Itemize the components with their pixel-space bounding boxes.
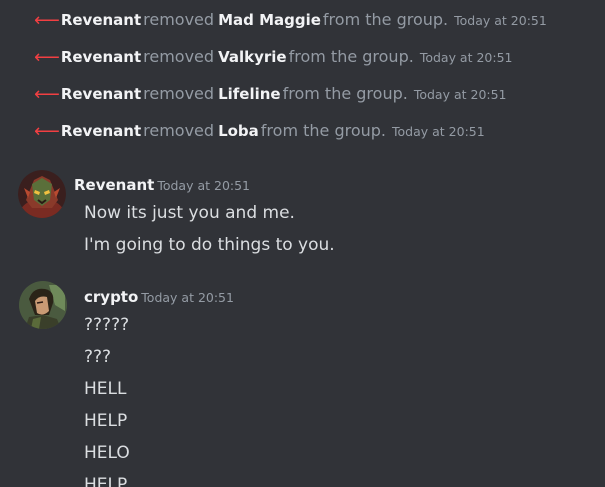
message-text: Now its just you and me. [84, 203, 295, 223]
system-tail: from the group. [282, 84, 408, 103]
author-name[interactable]: crypto [84, 288, 138, 306]
message-text: HELO [84, 443, 130, 463]
system-tail: from the group. [288, 47, 414, 66]
crypto-avatar[interactable] [19, 281, 67, 329]
removed-arrow-icon: ⟵ [34, 121, 60, 142]
message-text: ????? [84, 315, 130, 335]
system-timestamp: Today at 20:51 [419, 50, 513, 65]
message-text: HELP [84, 411, 128, 431]
system-message: ⟵ Revenant removed Mad Maggie from the g… [34, 8, 547, 32]
system-actor[interactable]: Revenant [61, 82, 141, 106]
system-target[interactable]: Mad Maggie [218, 8, 321, 32]
system-actor[interactable]: Revenant [61, 8, 141, 32]
system-verb: removed [143, 84, 215, 103]
system-message: ⟵ Revenant removed Loba from the group. … [34, 119, 485, 143]
system-verb: removed [143, 121, 215, 140]
system-actor[interactable]: Revenant [61, 119, 141, 143]
system-target[interactable]: Loba [218, 119, 259, 143]
system-actor[interactable]: Revenant [61, 45, 141, 69]
system-message: ⟵ Revenant removed Lifeline from the gro… [34, 82, 507, 106]
system-message: ⟵ Revenant removed Valkyrie from the gro… [34, 45, 513, 69]
author-name[interactable]: Revenant [74, 176, 154, 194]
revenant-avatar[interactable] [18, 170, 66, 218]
message-text: ??? [84, 347, 112, 367]
message-header: Revenant Today at 20:51 [74, 176, 250, 194]
chat-message-list: ⟵ Revenant removed Mad Maggie from the g… [0, 0, 605, 487]
removed-arrow-icon: ⟵ [34, 10, 60, 31]
system-tail: from the group. [260, 121, 387, 140]
system-timestamp: Today at 20:51 [454, 13, 547, 28]
message-text: HELP [84, 475, 128, 487]
message-timestamp: Today at 20:51 [157, 178, 251, 193]
removed-arrow-icon: ⟵ [34, 84, 60, 105]
system-target[interactable]: Lifeline [218, 82, 281, 106]
system-verb: removed [143, 47, 215, 66]
message-text: I'm going to do things to you. [84, 235, 335, 255]
system-verb: removed [143, 10, 215, 29]
removed-arrow-icon: ⟵ [34, 47, 60, 68]
system-timestamp: Today at 20:51 [392, 124, 485, 139]
system-tail: from the group. [322, 10, 449, 29]
message-text: HELL [84, 379, 127, 399]
system-timestamp: Today at 20:51 [413, 87, 507, 102]
message-timestamp: Today at 20:51 [141, 290, 234, 305]
message-header: crypto Today at 20:51 [84, 288, 234, 306]
system-target[interactable]: Valkyrie [218, 45, 287, 69]
